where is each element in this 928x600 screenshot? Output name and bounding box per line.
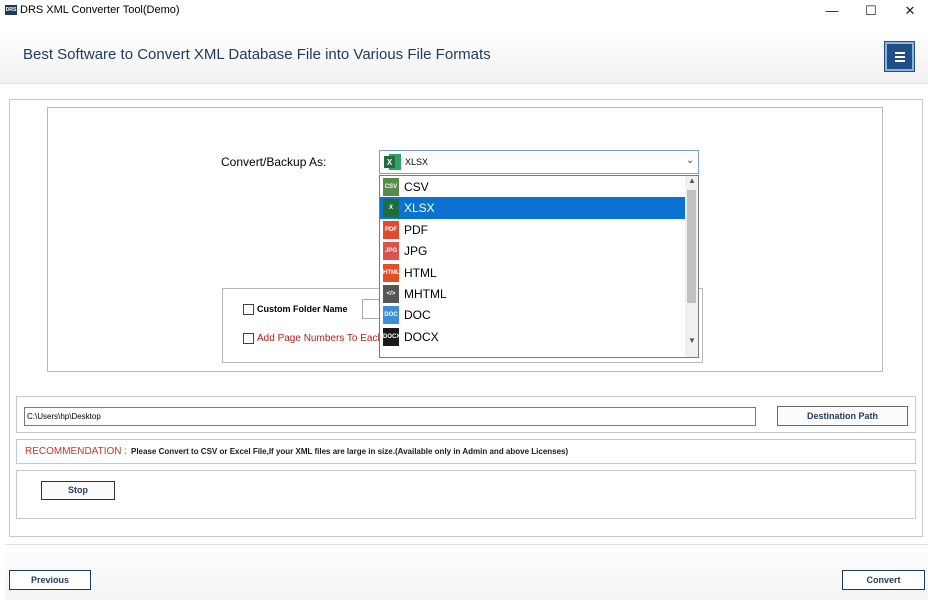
- page-numbers-label: Add Page Numbers To Each: [257, 333, 384, 344]
- scroll-down-icon[interactable]: ▼: [688, 336, 696, 345]
- dropdown-option-label: HTML: [404, 265, 437, 280]
- doc-icon: DOC: [383, 306, 399, 325]
- dropdown-option-label: JPG: [404, 244, 428, 259]
- recommendation-label: RECOMMENDATION :: [25, 446, 128, 457]
- dropdown-option-label: DOCX: [404, 329, 439, 344]
- custom-folder-checkbox[interactable]: [243, 304, 254, 315]
- format-select-value: XLSX: [405, 157, 429, 167]
- previous-button[interactable]: Previous: [9, 570, 91, 590]
- close-button[interactable]: ✕: [899, 2, 921, 20]
- docx-icon: DOCX: [383, 327, 400, 346]
- stop-button[interactable]: Stop: [41, 481, 115, 500]
- hamburger-menu-icon[interactable]: [884, 41, 915, 72]
- dropdown-option-label: DOC: [404, 308, 431, 323]
- dropdown-option-label: PDF: [404, 222, 428, 237]
- dropdown-option-doc[interactable]: DOC DOC: [380, 304, 686, 325]
- page-numbers-checkbox[interactable]: [243, 333, 254, 344]
- html-icon: HTML: [383, 263, 400, 282]
- chevron-down-icon[interactable]: ⌄: [686, 155, 694, 166]
- dropdown-option-label: XLSX: [404, 201, 435, 216]
- convert-button[interactable]: Convert: [842, 570, 925, 590]
- recommendation-text: Please Convert to CSV or Excel File,If y…: [131, 447, 569, 456]
- excel-icon: X: [383, 199, 399, 218]
- dropdown-option-csv[interactable]: CSV CSV: [380, 176, 686, 197]
- app-icon: DRS: [5, 5, 17, 15]
- dropdown-option-label: MHTML: [404, 287, 447, 301]
- dropdown-option-html[interactable]: HTML HTML: [380, 262, 686, 283]
- dropdown-option-docx[interactable]: DOCX DOCX: [380, 326, 686, 347]
- mhtml-icon: </>: [383, 285, 399, 303]
- progress-panel: [16, 470, 916, 519]
- page-title: Best Software to Convert XML Database Fi…: [23, 46, 491, 63]
- custom-folder-label: Custom Folder Name: [257, 304, 348, 314]
- destination-path-input[interactable]: C:\Users\hp\Desktop: [24, 407, 756, 426]
- format-dropdown-list[interactable]: CSV CSV X XLSX PDF PDF JPG JPG HTML HTML </> MHTML D…: [379, 175, 699, 358]
- excel-icon: X: [383, 153, 402, 171]
- dropdown-option-pdf[interactable]: PDF PDF: [380, 219, 686, 240]
- dropdown-option-xlsx[interactable]: X XLSX: [380, 197, 686, 219]
- window-title: DRS XML Converter Tool(Demo): [20, 4, 180, 16]
- dropdown-option-label: CSV: [404, 180, 429, 194]
- minimize-button[interactable]: —: [821, 2, 843, 20]
- footer-bar: [5, 544, 928, 600]
- convert-as-label: Convert/Backup As:: [221, 155, 327, 169]
- csv-icon: CSV: [383, 178, 399, 196]
- jpg-icon: JPG: [383, 242, 399, 261]
- scroll-up-icon[interactable]: ▲: [688, 176, 696, 185]
- dropdown-option-jpg[interactable]: JPG JPG: [380, 240, 686, 261]
- maximize-button[interactable]: ☐: [860, 2, 882, 20]
- dropdown-option-mhtml[interactable]: </> MHTML: [380, 283, 686, 304]
- pdf-icon: PDF: [383, 220, 399, 239]
- destination-path-button[interactable]: Destination Path: [777, 406, 908, 426]
- svg-text:X: X: [387, 158, 393, 167]
- scrollbar-thumb[interactable]: [687, 190, 696, 303]
